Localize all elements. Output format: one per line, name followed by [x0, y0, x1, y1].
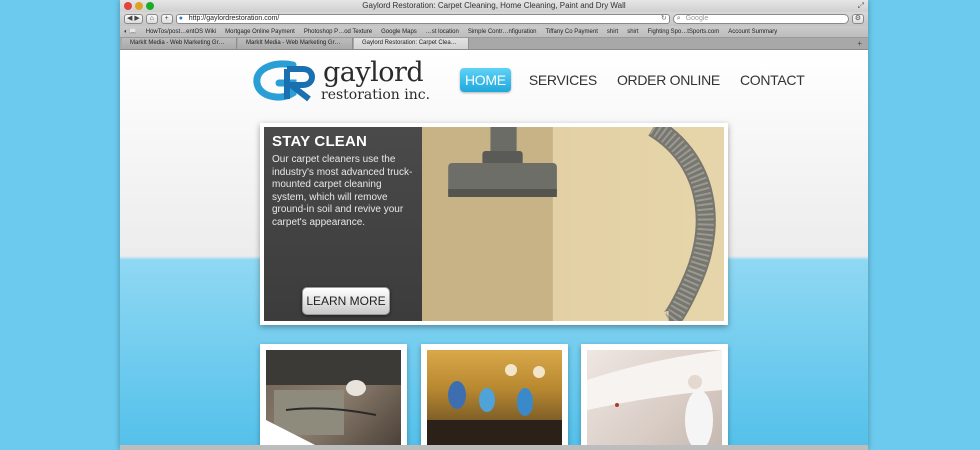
bookmark-item[interactable]: Tiffany Co Payment — [546, 29, 598, 35]
bookmark-item[interactable]: HowTos/post…entOS Wiki — [146, 29, 216, 35]
nav-services[interactable]: SERVICES — [525, 68, 601, 92]
hero-text-panel: STAY CLEAN Our carpet cleaners use the i… — [264, 127, 422, 321]
browser-status-bar — [120, 445, 868, 450]
bookmark-item[interactable]: Account Summary — [728, 29, 777, 35]
title-bar: Gaylord Restoration: Carpet Cleaning, Ho… — [120, 0, 868, 12]
bookmark-item[interactable]: shirt — [607, 29, 618, 35]
service-thumbnail-home-cleaning[interactable] — [421, 344, 568, 450]
address-bar[interactable]: ● http://gaylordrestoration.com/ ↻ — [175, 14, 670, 24]
close-window-button[interactable] — [124, 2, 132, 10]
browser-window: Gaylord Restoration: Carpet Cleaning, Ho… — [120, 0, 868, 450]
site-header: gaylord restoration inc. HOME SERVICES O… — [120, 55, 868, 115]
vacuum-carpet-image — [422, 127, 724, 321]
learn-more-button[interactable]: LEARN MORE — [302, 287, 390, 315]
zoom-window-button[interactable] — [146, 2, 154, 10]
browser-tab-active[interactable]: Gaylord Restoration: Carpet Clea… — [354, 38, 469, 49]
window-controls — [124, 2, 154, 10]
address-text: http://gaylordrestoration.com/ — [188, 15, 280, 22]
bookmarks-bar: ◐ 📖 HowTos/post…entOS Wiki Mortgage Onli… — [120, 26, 868, 38]
search-icon: ⌕ — [676, 15, 681, 22]
nav-order-online[interactable]: ORDER ONLINE — [613, 68, 724, 92]
globe-icon: ● — [178, 15, 183, 22]
vacuum-illustration — [422, 127, 724, 321]
site-logo[interactable]: gaylord restoration inc. — [253, 57, 443, 107]
settings-button[interactable]: ⚙ — [851, 14, 864, 24]
reading-list-icon[interactable]: ◐ 📖 — [124, 28, 137, 35]
home-cleaning-photo — [427, 350, 562, 448]
bookmark-item[interactable]: Simple Contr…nfiguration — [468, 29, 537, 35]
window-title: Gaylord Restoration: Carpet Cleaning, Ho… — [362, 1, 626, 10]
page-background-right — [860, 0, 980, 450]
bookmark-item[interactable]: Google Maps — [381, 29, 417, 35]
hero-banner: STAY CLEAN Our carpet cleaners use the i… — [260, 123, 728, 325]
hero-title: STAY CLEAN — [272, 133, 368, 150]
search-input[interactable]: ⌕ Google — [672, 14, 849, 24]
bookmark-item[interactable]: …st location — [426, 29, 459, 35]
tab-bar: MarkIt Media - Web Marketing Gr… MarkIt … — [120, 38, 868, 50]
browser-tab[interactable]: MarkIt Media - Web Marketing Gr… — [122, 38, 237, 49]
service-thumbnail-carpet[interactable] — [260, 344, 407, 450]
home-button[interactable]: ⌂ — [145, 14, 158, 24]
fullscreen-icon[interactable]: ⤢ — [858, 0, 864, 12]
carpet-cleaning-photo — [266, 350, 401, 448]
service-thumbnail-drywall[interactable] — [581, 344, 728, 450]
main-nav: HOME SERVICES ORDER ONLINE CONTACT — [460, 68, 820, 92]
nav-contact[interactable]: CONTACT — [736, 68, 809, 92]
bookmark-item[interactable]: Mortgage Online Payment — [225, 29, 295, 35]
browser-toolbar: ◀ ▶ ⌂ + ● http://gaylordrestoration.com/… — [120, 12, 868, 26]
add-bookmark-button[interactable]: + — [160, 14, 173, 24]
drywall-painting-photo — [587, 350, 722, 448]
bookmark-item[interactable]: Photoshop P…od Texture — [304, 29, 372, 35]
page-background-left — [0, 0, 120, 450]
back-forward-button[interactable]: ◀ ▶ — [124, 14, 143, 24]
bookmark-item[interactable]: shirt — [627, 29, 638, 35]
reload-icon[interactable]: ↻ — [661, 15, 667, 23]
nav-home[interactable]: HOME — [460, 68, 511, 92]
gr-logo-icon — [253, 60, 315, 102]
new-tab-button[interactable]: + — [857, 38, 866, 49]
logo-subtitle: restoration inc. — [321, 87, 431, 103]
web-page: gaylord restoration inc. HOME SERVICES O… — [120, 51, 868, 450]
search-placeholder: Google — [685, 15, 709, 22]
logo-name: gaylord — [323, 57, 424, 88]
minimize-window-button[interactable] — [135, 2, 143, 10]
bookmark-item[interactable]: Fighting Spo…tSports.com — [648, 29, 720, 35]
hero-body: Our carpet cleaners use the industry's m… — [272, 154, 413, 228]
browser-tab[interactable]: MarkIt Media - Web Marketing Gr… — [238, 38, 353, 49]
